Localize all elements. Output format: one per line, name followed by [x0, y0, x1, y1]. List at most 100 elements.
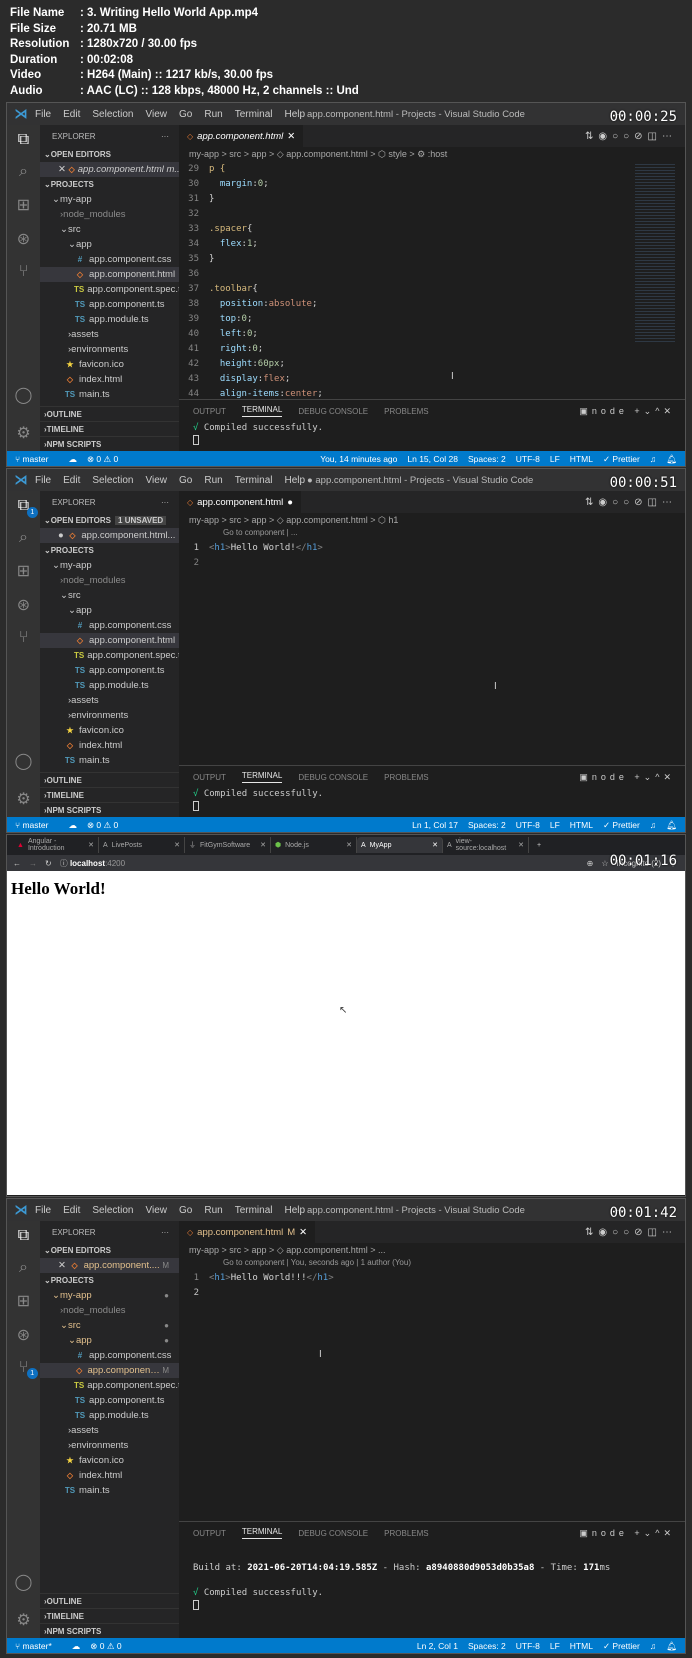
menu-selection[interactable]: Selection — [92, 1205, 133, 1216]
tab-output[interactable]: OUTPUT — [193, 773, 226, 782]
tab-output[interactable]: OUTPUT — [193, 407, 226, 416]
forward-icon[interactable]: → — [29, 859, 37, 868]
back-icon[interactable]: ← — [13, 859, 21, 868]
branch-indicator[interactable]: ⑂ master — [15, 820, 58, 830]
tree-ts[interactable]: TS app.component.ts — [40, 297, 179, 312]
editor-tab[interactable]: ◇ app.component.html ✕ — [179, 125, 304, 147]
close-tab-icon[interactable]: ✕ — [299, 1227, 307, 1238]
tab-terminal[interactable]: TERMINAL — [241, 771, 283, 783]
menu-file[interactable]: File — [35, 109, 51, 120]
code-lens[interactable]: Go to component | You, seconds ago | 1 a… — [179, 1258, 685, 1271]
tree-ts[interactable]: TS app.component.ts — [40, 663, 179, 678]
tree-environments[interactable]: › environments — [40, 708, 179, 723]
editor-toolbar-icons[interactable]: ⇅◉○○⊘◫⋯ — [585, 1227, 677, 1238]
new-terminal-button[interactable]: +⌄ — [634, 406, 655, 416]
close-tab-icon[interactable]: ✕ — [287, 131, 295, 142]
menu-go[interactable]: Go — [179, 475, 192, 486]
run-debug-icon[interactable]: ⊛ — [17, 1325, 30, 1345]
tab-terminal[interactable]: TERMINAL — [241, 1527, 283, 1539]
code-editor[interactable]: 29 p { 30 margin: 0; 31} 32 33 .spacer { 3… — [179, 162, 685, 432]
tree-main[interactable]: TS main.ts — [40, 1483, 179, 1498]
notification-bell-icon[interactable]: 🔔︎ — [666, 454, 677, 464]
sync-icon[interactable]: ☁ — [68, 454, 77, 464]
minimap[interactable] — [635, 162, 675, 342]
tree-node-modules[interactable]: › node_modules — [40, 207, 179, 222]
tree-my-app[interactable]: ⌄ my-app ● — [40, 1288, 179, 1303]
tree-ts[interactable]: TS app.component.ts — [40, 1393, 179, 1408]
tree-module[interactable]: TS app.module.ts — [40, 312, 179, 327]
sync-icon[interactable]: ☁ — [72, 1641, 81, 1651]
explorer-icon[interactable]: ⧉ 1 — [18, 497, 38, 518]
timeline-section[interactable]: › TIMELINE — [40, 787, 179, 802]
unsaved-dot-icon[interactable]: ● — [58, 530, 64, 541]
tab-output[interactable]: OUTPUT — [193, 1529, 226, 1538]
notification-bell-icon[interactable]: 🔔︎ — [666, 1641, 677, 1651]
code-editor[interactable]: 1 < h1 > Hello World!!! </h1 > 2 — [179, 1271, 685, 1301]
tree-assets[interactable]: › assets — [40, 327, 179, 342]
menu-go[interactable]: Go — [179, 109, 192, 120]
browser-tab[interactable]: Aview-source:localhost ✕ — [443, 837, 529, 853]
projects-section[interactable]: ⌄ PROJECTS — [40, 543, 179, 558]
tab-debug-console[interactable]: DEBUG CONSOLE — [298, 407, 368, 416]
tab-problems[interactable]: PROBLEMS — [384, 1529, 428, 1538]
branch-indicator[interactable]: ⑂ master — [15, 454, 58, 464]
close-tab-icon[interactable]: ✕ — [518, 841, 524, 849]
menu-selection[interactable]: Selection — [92, 475, 133, 486]
tree-app[interactable]: ⌄ app — [40, 603, 179, 618]
tree-src[interactable]: ⌄ src — [40, 588, 179, 603]
open-editors-section[interactable]: ⌄ OPEN EDITORS — [40, 147, 179, 162]
projects-section[interactable]: ⌄ PROJECTS — [40, 1273, 179, 1288]
feedback-icon[interactable]: ♫ — [650, 1641, 656, 1651]
account-icon[interactable]: ◯ — [15, 385, 33, 405]
problems-indicator[interactable]: ⊗ 0 ⚠ 0 — [87, 454, 118, 464]
tree-node-modules[interactable]: › node_modules — [40, 1303, 179, 1318]
tab-debug-console[interactable]: DEBUG CONSOLE — [298, 1529, 368, 1538]
tree-main[interactable]: TS main.ts — [40, 753, 179, 768]
npm-scripts-section[interactable]: › NPM SCRIPTS — [40, 1623, 179, 1638]
search-icon[interactable]: ⌕ — [19, 163, 28, 181]
close-tab-icon[interactable]: ✕ — [174, 841, 180, 849]
open-editor-item[interactable]: ✕ ◇ app.component.... M — [40, 1258, 179, 1273]
tree-assets[interactable]: › assets — [40, 1423, 179, 1438]
menu-run[interactable]: Run — [204, 109, 222, 120]
menu-help[interactable]: Help — [285, 1205, 306, 1216]
search-icon[interactable]: ⌕ — [19, 529, 28, 547]
new-tab-button[interactable]: + — [537, 842, 541, 849]
tree-spec[interactable]: TS app.component.spec.ts — [40, 1378, 179, 1393]
tree-css[interactable]: # app.component.css — [40, 1348, 179, 1363]
tree-favicon[interactable]: ★ favicon.ico — [40, 357, 179, 372]
tree-index[interactable]: ◇ index.html — [40, 1468, 179, 1483]
editor-toolbar-icons[interactable]: ⇅◉○○⊘◫⋯ — [585, 497, 677, 508]
settings-gear-icon[interactable]: ⚙ — [16, 1610, 30, 1630]
menu-run[interactable]: Run — [204, 475, 222, 486]
browser-tab[interactable]: ⬢ Node.js ✕ — [271, 837, 357, 853]
npm-scripts-section[interactable]: › NPM SCRIPTS — [40, 802, 179, 817]
projects-section[interactable]: ⌄ PROJECTS — [40, 177, 179, 192]
run-debug-icon[interactable]: ⊛ — [17, 229, 30, 249]
tree-favicon[interactable]: ★ favicon.ico — [40, 1453, 179, 1468]
tree-css[interactable]: # app.component.css — [40, 252, 179, 267]
menu-go[interactable]: Go — [179, 1205, 192, 1216]
menu-file[interactable]: File — [35, 1205, 51, 1216]
problems-indicator[interactable]: ⊗ 0 ⚠ 0 — [90, 1641, 121, 1651]
tree-environments[interactable]: › environments — [40, 342, 179, 357]
menu-selection[interactable]: Selection — [92, 109, 133, 120]
terminal-cursor[interactable] — [193, 435, 199, 445]
bookmark-star-icon[interactable]: ☆ — [601, 859, 608, 868]
menu-terminal[interactable]: Terminal — [235, 1205, 273, 1216]
terminal-cursor[interactable] — [193, 801, 199, 811]
tree-module[interactable]: TS app.module.ts — [40, 1408, 179, 1423]
feedback-icon[interactable]: ♫ — [650, 820, 656, 830]
source-control-icon[interactable]: ⑂ — [19, 629, 29, 647]
tree-my-app[interactable]: ⌄ my-app — [40, 558, 179, 573]
open-editors-section[interactable]: ⌄ OPEN EDITORS 1 UNSAVED — [40, 513, 179, 528]
tree-spec[interactable]: TS app.component.spec.ts — [40, 282, 179, 297]
tree-my-app[interactable]: ⌄ my-app — [40, 192, 179, 207]
menu-help[interactable]: Help — [285, 109, 306, 120]
close-tab-icon[interactable]: ✕ — [346, 841, 352, 849]
breadcrumb[interactable]: my-app > src > app > ◇ app.component.htm… — [179, 513, 685, 528]
new-terminal-button[interactable]: +⌄ — [634, 1528, 655, 1538]
tree-assets[interactable]: › assets — [40, 693, 179, 708]
zoom-icon[interactable]: ⊕ — [587, 859, 594, 868]
close-panel-button[interactable]: ✕ — [663, 1528, 675, 1538]
